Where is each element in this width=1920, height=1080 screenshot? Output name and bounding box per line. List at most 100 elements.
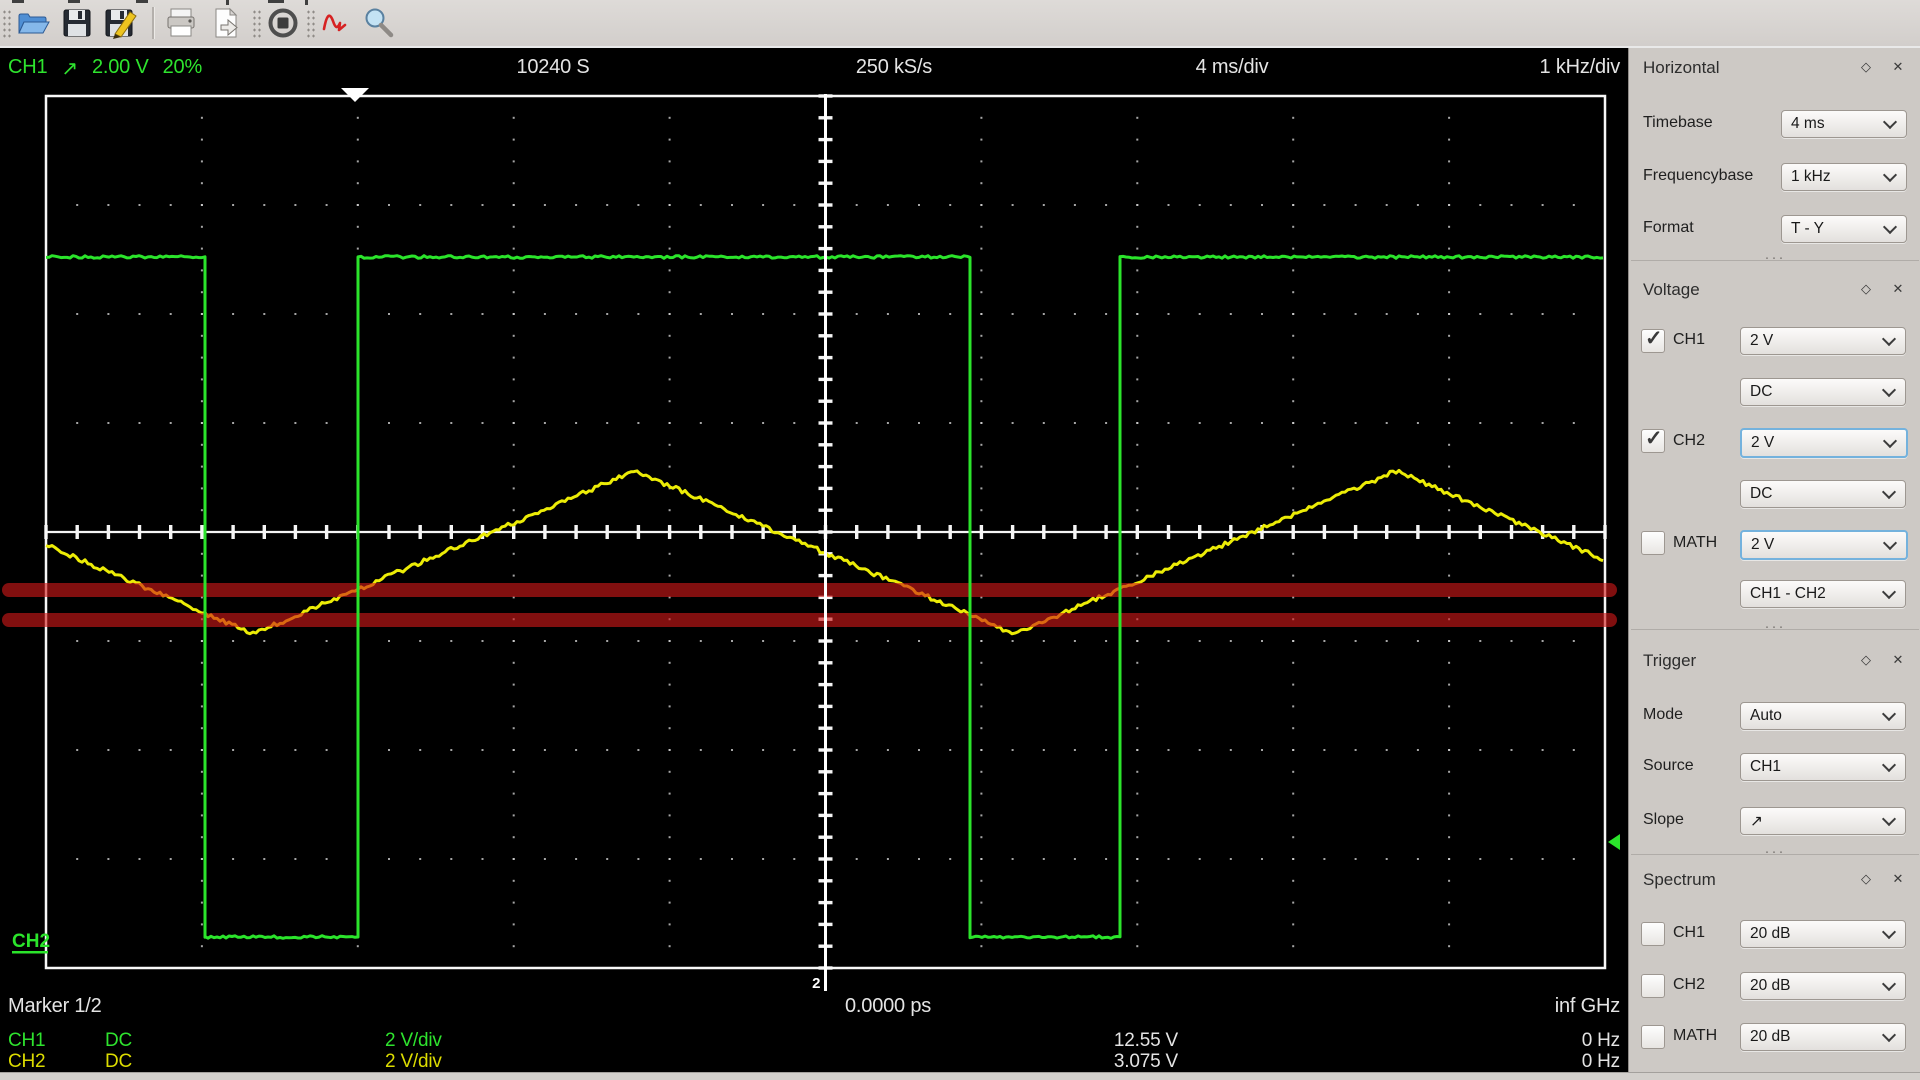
close-panel-icon[interactable]: ✕ [1889, 280, 1907, 298]
trigger-slope-select[interactable]: ↗ [1740, 807, 1906, 835]
frequencybase-selected-value: 1 kHz [1791, 168, 1831, 185]
trigger-mode-label: Mode [1643, 706, 1684, 723]
ch2-enable-checkbox[interactable] [1641, 426, 1665, 453]
trigger-mode-select[interactable]: Auto [1740, 702, 1906, 730]
toolbar-drag-handle[interactable] [2, 9, 11, 39]
print-icon[interactable] [164, 6, 198, 40]
ch1-coupling-select[interactable]: DC [1740, 378, 1906, 406]
math-gain-select[interactable]: 2 V [1740, 530, 1908, 560]
stop-icon[interactable] [266, 6, 300, 40]
chevron-down-icon [1882, 167, 1898, 183]
chevron-down-icon [1881, 976, 1897, 992]
trigger-source-label: Source [1643, 757, 1694, 774]
toolbar-drag-handle[interactable] [252, 9, 261, 39]
format-selected-value: T - Y [1791, 220, 1825, 237]
ch2-label: CH2 [8, 1051, 46, 1072]
math-gain-value: 2 V [1751, 536, 1775, 553]
toolbar-separator [152, 7, 155, 39]
spectrum-ch2-checkbox[interactable] [1641, 974, 1665, 998]
save-as-icon[interactable] [102, 6, 142, 40]
trigger-channel-label: CH1 [8, 56, 48, 78]
ch1-gain-value: 2 V [1750, 332, 1774, 349]
trigger-source-value: CH1 [1750, 758, 1782, 775]
format-select[interactable]: T - Y [1781, 215, 1907, 243]
ch2-frequency: 0 Hz [1581, 1051, 1620, 1072]
timebase-select[interactable]: 4 ms [1781, 110, 1907, 138]
chevron-down-icon [1881, 1027, 1897, 1043]
close-panel-icon[interactable]: ✕ [1889, 651, 1907, 669]
chevron-down-icon [1882, 114, 1898, 130]
float-panel-icon[interactable]: ◇ [1857, 58, 1875, 76]
spectrum-ch2-select[interactable]: 20 dB [1740, 972, 1906, 1000]
ch1-amplitude: 12.55 V [1113, 1030, 1178, 1051]
toolbar [0, 0, 1920, 47]
window-bottom-edge [0, 1072, 1920, 1080]
spectrum-ch2-value: 20 dB [1750, 977, 1791, 994]
ch2-coupling-value: DC [1750, 485, 1773, 502]
ch2-amplitude: 3.075 V [1113, 1051, 1178, 1072]
svg-text:2: 2 [812, 975, 820, 991]
chevron-down-icon [1882, 433, 1898, 449]
ch1-label: CH1 [8, 1030, 46, 1051]
record-length-value: 10240 S [516, 56, 590, 78]
ch1-enable-checkbox[interactable] [1641, 326, 1665, 353]
menu-remnant [12, 0, 24, 3]
voltage-ch1-label: CH1 [1673, 331, 1706, 348]
right-dock: Horizontal ◇ ✕ Timebase 4 ms Frequencyba… [1628, 48, 1920, 1080]
pretrigger-percent: 20% [162, 56, 203, 78]
voltage-math-label: MATH [1673, 534, 1718, 551]
zoom-icon[interactable] [362, 6, 396, 40]
spectrum-ch1-select[interactable]: 20 dB [1740, 920, 1906, 948]
top-status-bar: CH1 ↗ 2.00 V 20% [8, 56, 202, 81]
chevron-down-icon [1881, 757, 1897, 773]
chevron-down-icon [1882, 535, 1898, 551]
ch1-gain-select[interactable]: 2 V [1740, 327, 1906, 355]
format-label: Format [1643, 219, 1694, 236]
trigger-panel-title: Trigger [1643, 651, 1697, 670]
voltage-panel-title: Voltage [1643, 280, 1700, 299]
ch2-gain-select[interactable]: 2 V [1740, 428, 1908, 458]
spectrum-panel-title: Spectrum [1643, 870, 1716, 889]
spectrum-ch2-label: CH2 [1673, 976, 1706, 993]
dock-splitter[interactable] [1629, 850, 1920, 859]
scope-display[interactable]: CH2 2 [0, 88, 1632, 991]
spectrum-ch1-label: CH1 [1673, 924, 1706, 941]
spectrum-ch1-checkbox[interactable] [1641, 922, 1665, 946]
trigger-source-select[interactable]: CH1 [1740, 753, 1906, 781]
math-mode-value: CH1 - CH2 [1750, 585, 1826, 602]
chevron-down-icon [1881, 811, 1897, 827]
horizontal-panel-title: Horizontal [1643, 58, 1720, 77]
chevron-down-icon [1881, 382, 1897, 398]
ch1-frequency: 0 Hz [1581, 1030, 1620, 1051]
chevron-down-icon [1881, 484, 1897, 500]
menu-remnant [68, 0, 80, 3]
timebase-value-top: 4 ms/div [1195, 56, 1269, 78]
save-icon[interactable] [60, 6, 94, 40]
float-panel-icon[interactable]: ◇ [1857, 870, 1875, 888]
spectrum-math-select[interactable]: 20 dB [1740, 1023, 1906, 1051]
close-panel-icon[interactable]: ✕ [1889, 870, 1907, 888]
oscilloscope-app-window: CH1 ↗ 2.00 V 20% 10240 S 250 kS/s 4 ms/d… [0, 0, 1920, 1080]
math-mode-select[interactable]: CH1 - CH2 [1740, 580, 1906, 608]
trigger-slope-value: ↗ [1750, 812, 1763, 830]
spectrum-ch1-value: 20 dB [1750, 925, 1791, 942]
menu-remnant [136, 0, 148, 3]
spectrum-math-checkbox[interactable] [1641, 1025, 1665, 1049]
export-icon[interactable] [210, 6, 244, 40]
chevron-down-icon [1882, 219, 1898, 235]
menu-remnant [226, 0, 229, 5]
chevron-down-icon [1881, 331, 1897, 347]
signal-generator-icon[interactable] [320, 6, 354, 40]
spectrum-math-label: MATH [1673, 1027, 1718, 1044]
float-panel-icon[interactable]: ◇ [1857, 280, 1875, 298]
trigger-mode-value: Auto [1750, 707, 1782, 724]
ch2-coupling-select[interactable]: DC [1740, 480, 1906, 508]
frequencybase-select[interactable]: 1 kHz [1781, 163, 1907, 191]
math-enable-checkbox[interactable] [1641, 531, 1665, 555]
float-panel-icon[interactable]: ◇ [1857, 651, 1875, 669]
close-panel-icon[interactable]: ✕ [1889, 58, 1907, 76]
open-icon[interactable] [16, 6, 50, 40]
toolbar-drag-handle[interactable] [306, 9, 315, 39]
dock-splitter[interactable] [1629, 256, 1920, 265]
dock-splitter[interactable] [1629, 625, 1920, 634]
